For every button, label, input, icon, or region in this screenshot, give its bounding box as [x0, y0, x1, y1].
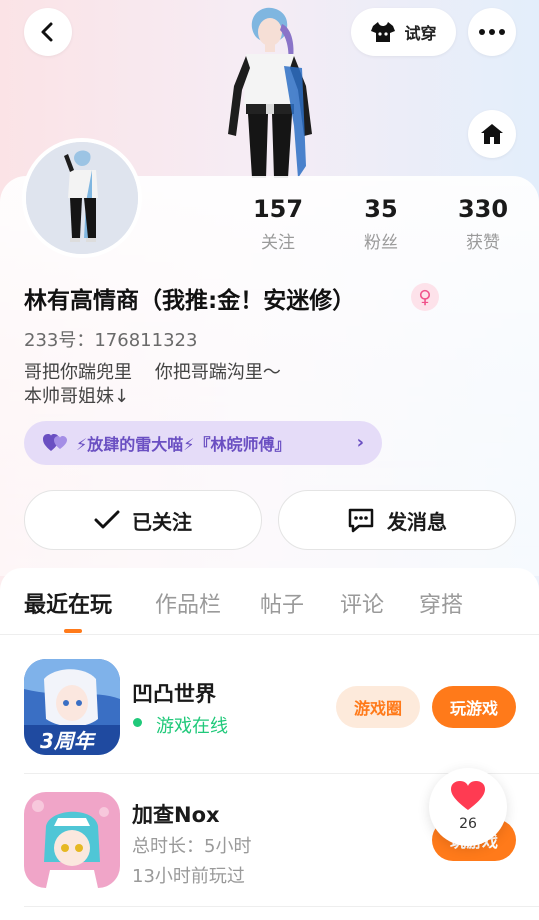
followed-button[interactable]: 已关注 — [24, 490, 262, 550]
try-on-label: 试穿 — [404, 24, 437, 43]
chevron-left-icon — [41, 22, 53, 42]
stat-value: 157 — [252, 195, 304, 223]
avatar[interactable] — [22, 138, 142, 258]
character-model-figure — [228, 7, 312, 178]
game-title[interactable]: 凹凸世界 — [132, 678, 216, 708]
game-title[interactable]: 加查Nox — [132, 799, 220, 829]
game-total-duration: 总时长：5小时 — [132, 836, 252, 857]
chevron-right-icon: › — [356, 432, 364, 453]
game-last-played: 13小时前玩过 — [132, 866, 245, 887]
hearts-icon — [43, 434, 67, 451]
profile-nickname: 林有高情商（我推:金！安迷修） — [24, 288, 356, 314]
like-float-button[interactable]: 26 — [429, 768, 507, 846]
active-tab-indicator — [64, 629, 82, 633]
tab-works[interactable]: 作品栏 — [155, 587, 221, 619]
avatar-character-image — [26, 142, 138, 254]
female-gender-icon: ♀ — [411, 283, 439, 311]
game-icon-gacha-nox[interactable] — [24, 792, 120, 888]
back-button[interactable] — [24, 8, 72, 56]
stat-followers[interactable]: 35 粉丝 — [341, 194, 421, 253]
stat-value: 35 — [364, 195, 398, 223]
home-icon — [481, 124, 503, 144]
guild-link[interactable]: ⚡放肆的雷大喵⚡『林皖师傅』 › — [24, 421, 382, 465]
game-online-status: 游戏在线 — [156, 716, 228, 737]
stat-label: 获赞 — [466, 233, 500, 253]
send-message-label: 发消息 — [387, 509, 447, 534]
chat-bubble-icon — [348, 508, 374, 533]
followed-label: 已关注 — [132, 509, 192, 534]
anniversary-badge: 3周年 — [40, 729, 94, 753]
user-id[interactable]: 233号：176811323 — [24, 326, 197, 352]
tab-divider — [0, 634, 539, 635]
gacha-nox-game-art — [24, 792, 120, 888]
like-count: 26 — [459, 816, 477, 832]
tab-recently-played[interactable]: 最近在玩 — [24, 587, 112, 619]
home-button[interactable] — [468, 110, 516, 158]
heart-icon — [451, 781, 485, 810]
stat-following[interactable]: 157 关注 — [238, 194, 318, 253]
online-status-dot — [133, 718, 142, 727]
stat-likes[interactable]: 330 获赞 — [443, 194, 523, 253]
stat-value: 330 — [457, 195, 509, 223]
checkmark-icon — [94, 510, 120, 529]
more-button[interactable] — [468, 8, 516, 56]
tab-comments[interactable]: 评论 — [340, 587, 384, 619]
tab-outfits[interactable]: 穿搭 — [419, 587, 463, 619]
more-dots-icon — [479, 29, 505, 35]
game-circle-button[interactable]: 游戏圈 — [336, 686, 420, 728]
play-game-button[interactable]: 玩游戏 — [432, 686, 516, 728]
tshirt-icon — [371, 22, 396, 42]
stat-label: 粉丝 — [364, 233, 398, 253]
tab-posts[interactable]: 帖子 — [260, 587, 304, 619]
stat-label: 关注 — [261, 233, 295, 253]
guild-text: ⚡放肆的雷大喵⚡『林皖师傅』 — [76, 435, 291, 454]
game-icon-aotu[interactable]: 3周年 — [24, 659, 120, 755]
send-message-button[interactable]: 发消息 — [278, 490, 516, 550]
row-divider — [24, 906, 539, 907]
try-on-button[interactable]: 试穿 — [351, 8, 456, 56]
profile-bio: 哥把你踹兜里 你把哥踹沟里～ 本帅哥姐妹↓ — [24, 362, 281, 407]
